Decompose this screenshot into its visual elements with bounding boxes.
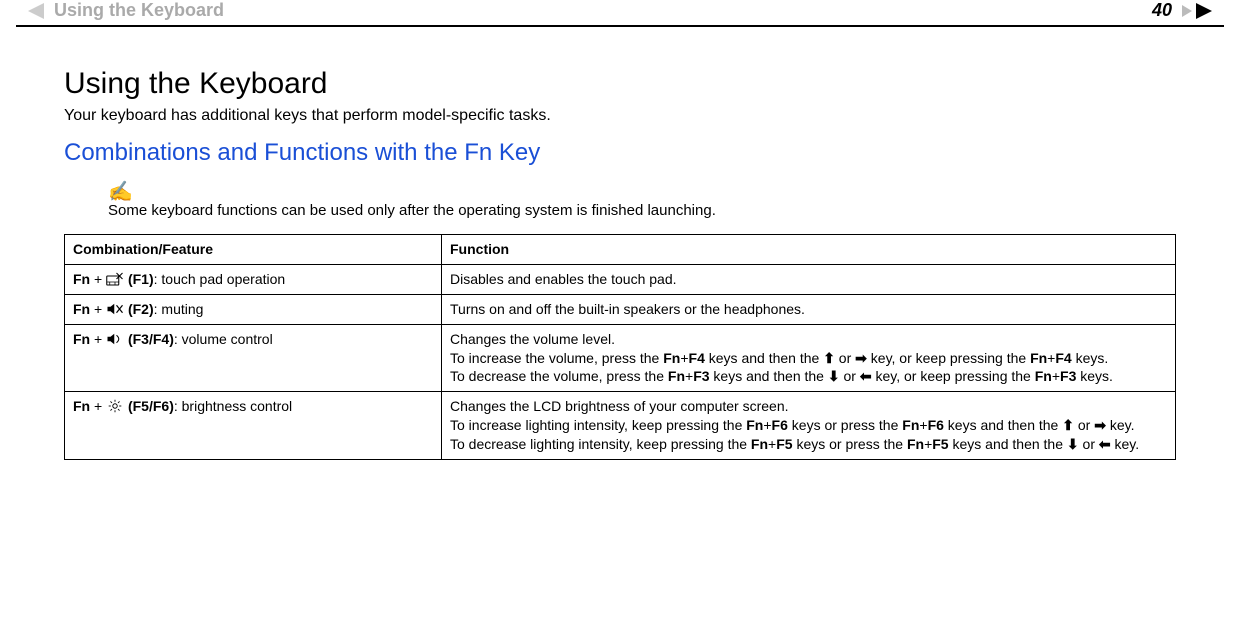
table-row: Fn + (F5/F6): brightness controlChanges … <box>65 392 1176 460</box>
table-row: Fn + (F3/F4): volume controlChanges the … <box>65 324 1176 392</box>
page-number: 40 <box>1152 0 1172 21</box>
arrow-right-icon: ➡ <box>855 350 867 366</box>
mute-icon <box>106 301 124 317</box>
arrow-right-icon: ➡ <box>1094 417 1106 433</box>
content: Using the Keyboard Your keyboard has add… <box>0 27 1240 480</box>
table-header-function: Function <box>442 235 1176 265</box>
arrow-down-icon: ⬇ <box>828 368 840 384</box>
breadcrumb: Using the Keyboard <box>54 0 224 21</box>
function-cell: Changes the volume level.To increase the… <box>442 324 1176 392</box>
function-cell: Turns on and off the built-in speakers o… <box>442 294 1176 324</box>
nav-left: Using the Keyboard <box>28 0 224 21</box>
top-bar: Using the Keyboard 40 <box>0 0 1240 25</box>
touchpad-off-icon <box>106 271 124 287</box>
nav-next-small-icon[interactable] <box>1182 5 1192 17</box>
nav-prev-icon[interactable] <box>28 3 44 19</box>
function-cell: Disables and enables the touch pad. <box>442 264 1176 294</box>
function-cell: Changes the LCD brightness of your compu… <box>442 392 1176 460</box>
table-row: Fn + (F1): touch pad operationDisables a… <box>65 264 1176 294</box>
note-icon: ✍ <box>108 179 1176 204</box>
note-text: Some keyboard functions can be used only… <box>108 202 716 219</box>
arrow-down-icon: ⬇ <box>1067 436 1079 452</box>
combo-cell: Fn + (F5/F6): brightness control <box>65 392 442 460</box>
section-heading: Combinations and Functions with the Fn K… <box>64 139 1176 167</box>
arrow-left-icon: ⬅ <box>860 368 872 384</box>
table-row: Fn + (F2): mutingTurns on and off the bu… <box>65 294 1176 324</box>
intro-text: Your keyboard has additional keys that p… <box>64 107 1176 125</box>
arrow-up-icon: ⬆ <box>823 350 835 366</box>
nav-right: 40 <box>1152 0 1212 21</box>
fn-key-table: Combination/Feature Function Fn + (F1): … <box>64 234 1176 460</box>
table-header-combo: Combination/Feature <box>65 235 442 265</box>
combo-cell: Fn + (F3/F4): volume control <box>65 324 442 392</box>
note-block: ✍ Some keyboard functions can be used on… <box>108 179 1176 220</box>
arrow-up-icon: ⬆ <box>1062 417 1074 433</box>
arrow-left-icon: ⬅ <box>1099 436 1111 452</box>
combo-cell: Fn + (F1): touch pad operation <box>65 264 442 294</box>
brightness-icon <box>106 398 124 414</box>
combo-cell: Fn + (F2): muting <box>65 294 442 324</box>
nav-next-icon[interactable] <box>1196 3 1212 19</box>
volume-icon <box>106 331 124 347</box>
page-title: Using the Keyboard <box>64 67 1176 101</box>
